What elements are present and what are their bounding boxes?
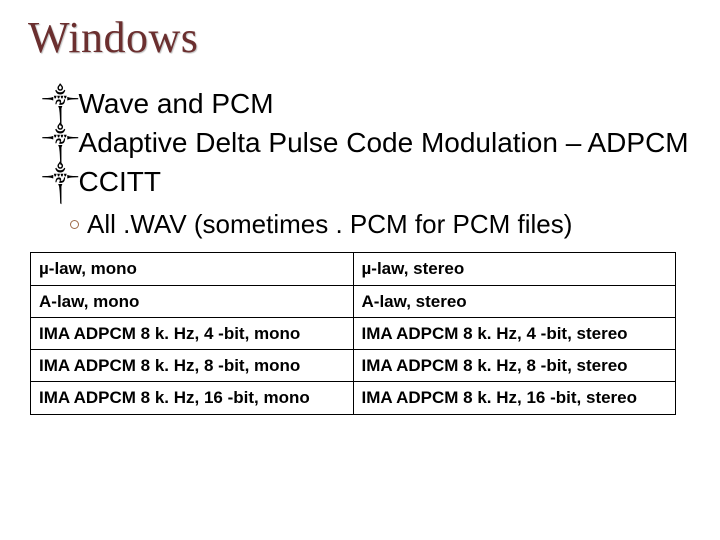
table-cell: IMA ADPCM 8 k. Hz, 8 -bit, stereo [353, 350, 676, 382]
sub-bullet-text: All .WAV (sometimes . PCM for PCM files) [87, 209, 572, 239]
bullet-text: CCITT [79, 166, 161, 197]
table-cell: µ-law, mono [31, 253, 354, 285]
bullet-item: ༒Wave and PCM [42, 85, 692, 124]
table-row: IMA ADPCM 8 k. Hz, 16 -bit, mono IMA ADP… [31, 382, 676, 414]
table-row: A-law, mono A-law, stereo [31, 285, 676, 317]
slide: Windows ༒Wave and PCM ༒Adaptive Delta Pu… [0, 0, 720, 540]
bullet-text: Wave and PCM [79, 88, 274, 119]
bullet-text: Adaptive Delta Pulse Code Modulation – A… [79, 127, 689, 158]
table-cell: IMA ADPCM 8 k. Hz, 16 -bit, stereo [353, 382, 676, 414]
sub-bullet-item: All .WAV (sometimes . PCM for PCM files) [70, 209, 692, 240]
table-row: IMA ADPCM 8 k. Hz, 4 -bit, mono IMA ADPC… [31, 317, 676, 349]
table-cell: IMA ADPCM 8 k. Hz, 16 -bit, mono [31, 382, 354, 414]
bullet-icon: ༒ [42, 89, 79, 120]
table-cell: A-law, mono [31, 285, 354, 317]
table-cell: IMA ADPCM 8 k. Hz, 8 -bit, mono [31, 350, 354, 382]
table-cell: IMA ADPCM 8 k. Hz, 4 -bit, stereo [353, 317, 676, 349]
table-cell: IMA ADPCM 8 k. Hz, 4 -bit, mono [31, 317, 354, 349]
page-title: Windows [28, 12, 692, 63]
bullet-icon: ༒ [42, 128, 79, 159]
ring-icon [70, 220, 79, 229]
table-row: µ-law, mono µ-law, stereo [31, 253, 676, 285]
table-cell: µ-law, stereo [353, 253, 676, 285]
bullet-item: ༒Adaptive Delta Pulse Code Modulation – … [42, 124, 692, 163]
table-cell: A-law, stereo [353, 285, 676, 317]
table-row: IMA ADPCM 8 k. Hz, 8 -bit, mono IMA ADPC… [31, 350, 676, 382]
bullet-icon: ༒ [42, 167, 79, 198]
bullet-list: ༒Wave and PCM ༒Adaptive Delta Pulse Code… [42, 85, 692, 240]
codec-table: µ-law, mono µ-law, stereo A-law, mono A-… [30, 252, 676, 414]
bullet-item: ༒CCITT [42, 163, 692, 202]
